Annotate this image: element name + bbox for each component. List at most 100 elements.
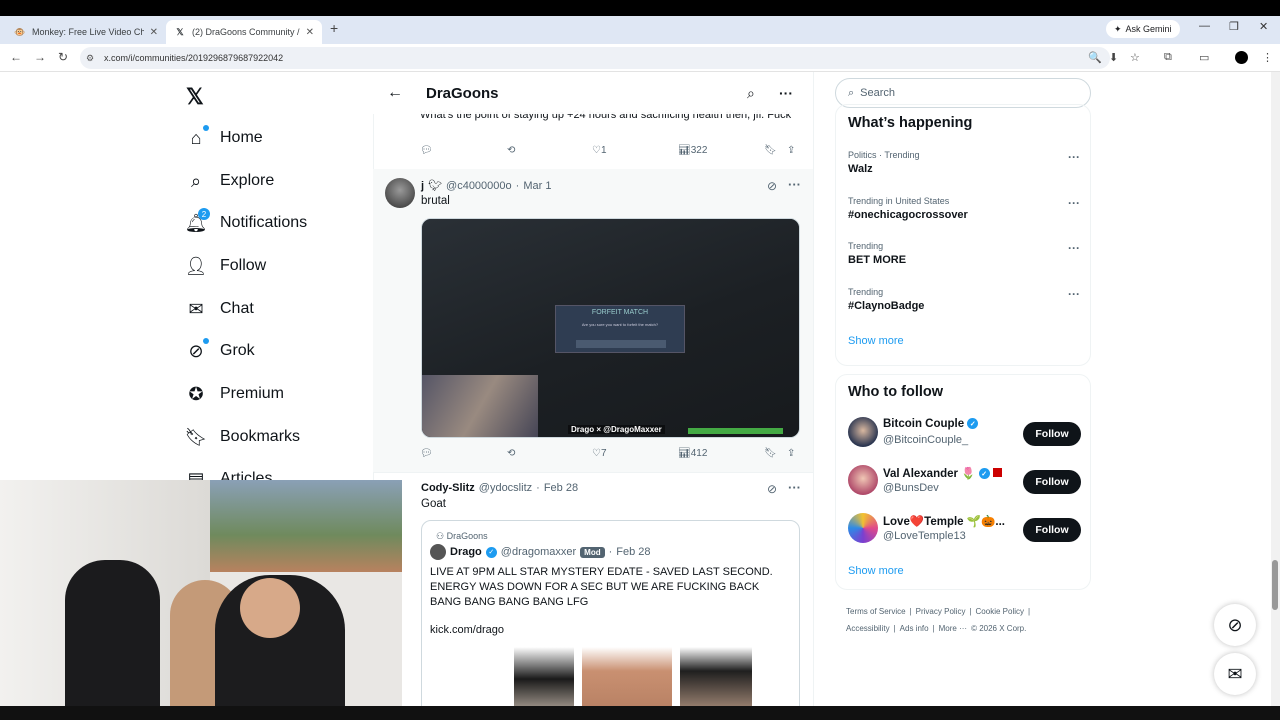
ask-gemini-button[interactable]: ✦ Ask Gemini: [1106, 20, 1180, 38]
footer-link[interactable]: Ads info: [900, 624, 929, 633]
grok-analyze-icon[interactable]: ⊘: [767, 482, 777, 496]
trend-item[interactable]: Politics · Trending Walz ···: [848, 150, 1080, 175]
zoom-icon[interactable]: 🔍: [1088, 51, 1102, 64]
url-field[interactable]: x.com/i/communities/2019296879687922042: [80, 47, 1110, 69]
reply-icon[interactable]: 💬︎: [420, 145, 433, 156]
nav-chat[interactable]: ✉ Chat: [186, 294, 253, 324]
minimize-icon[interactable]: —: [1199, 20, 1210, 32]
views-button[interactable]: 📊︎ 412: [678, 448, 707, 459]
follow-button[interactable]: Follow: [1023, 470, 1081, 494]
author-name[interactable]: j: [421, 180, 424, 192]
follow-suggestion[interactable]: Val Alexander 🌷 ✓ @BunsDev Follow: [848, 465, 1081, 497]
follow-button[interactable]: Follow: [1023, 422, 1081, 446]
footer-link[interactable]: Cookie Policy: [976, 607, 1024, 616]
side-panel-icon[interactable]: ▭: [1199, 51, 1209, 64]
who-to-follow-card: Who to follow Bitcoin Couple ✓ @BitcoinC…: [835, 374, 1091, 590]
bookmark-star-icon[interactable]: ☆: [1130, 51, 1140, 64]
footer-link[interactable]: Terms of Service: [846, 607, 906, 616]
nav-bookmarks[interactable]: 🔖︎ Bookmarks: [185, 422, 300, 452]
footer-separator: |: [932, 624, 935, 633]
post-date: Feb 28: [616, 546, 651, 558]
show-more-link[interactable]: Show more: [848, 565, 904, 577]
reply-icon[interactable]: 💬︎: [420, 448, 433, 459]
views-button[interactable]: 📊︎ 322: [678, 145, 707, 156]
scrollbar-thumb[interactable]: [1272, 560, 1278, 610]
install-icon[interactable]: ⬇: [1109, 51, 1118, 64]
back-arrow-icon[interactable]: ←: [10, 50, 22, 64]
close-tab-icon[interactable]: ✕: [306, 27, 314, 38]
like-button[interactable]: ♡ 7: [592, 448, 607, 459]
grok-fab-button[interactable]: ⊘: [1214, 604, 1256, 646]
like-button[interactable]: ♡ 1: [592, 145, 607, 156]
trend-name: #ClaynoBadge: [848, 300, 925, 312]
avatar[interactable]: [385, 178, 415, 208]
trend-item[interactable]: Trending in United States #onechicagocro…: [848, 196, 1080, 221]
author-handle[interactable]: @ydocslitz: [479, 482, 532, 494]
avatar[interactable]: [848, 465, 878, 495]
more-options-icon[interactable]: ···: [1068, 150, 1080, 164]
share-icon[interactable]: ⇪: [787, 448, 795, 459]
repost-icon[interactable]: ⟲: [507, 448, 515, 459]
nav-premium[interactable]: ✪ Premium: [186, 379, 284, 409]
grok-analyze-icon[interactable]: ⊘: [767, 179, 777, 193]
more-options-icon[interactable]: ···: [1068, 241, 1080, 255]
close-tab-icon[interactable]: ✕: [150, 27, 158, 38]
nav-explore[interactable]: ⌕ Explore: [186, 166, 274, 196]
share-icon[interactable]: ⇪: [787, 145, 795, 156]
more-options-icon[interactable]: ···: [1068, 287, 1080, 301]
address-bar-row: ← → ↻ x.com/i/communities/20192968796879…: [0, 44, 1280, 72]
stream-progress-bar: [688, 428, 783, 434]
post-date[interactable]: Feb 28: [544, 482, 578, 494]
author-name: Drago: [450, 546, 482, 558]
nav-home[interactable]: ⌂ Home: [186, 123, 263, 153]
close-window-icon[interactable]: ✕: [1259, 20, 1268, 33]
repost-icon[interactable]: ⟲: [507, 145, 515, 156]
avatar[interactable]: [848, 513, 878, 543]
show-more-link[interactable]: Show more: [848, 335, 904, 347]
restore-icon[interactable]: ❐: [1229, 20, 1239, 33]
back-arrow-icon[interactable]: ←: [387, 84, 403, 102]
avatar[interactable]: [848, 417, 878, 447]
author-name[interactable]: Cody-Slitz: [421, 482, 475, 494]
footer-link[interactable]: Accessibility: [846, 624, 890, 633]
quote-link[interactable]: kick.com/drago: [430, 624, 504, 636]
suggestion-handle: @BunsDev: [883, 482, 939, 494]
more-options-icon[interactable]: ···: [788, 480, 801, 495]
nav-follow[interactable]: 👤︎ Follow: [185, 251, 267, 281]
x-logo-icon[interactable]: 𝕏: [186, 84, 204, 110]
post-video[interactable]: FORFEIT MATCH Are you sure you want to f…: [421, 218, 800, 438]
quote-community[interactable]: ⚇ DraGoons: [436, 531, 488, 542]
search-icon[interactable]: ⌕: [747, 85, 755, 102]
more-options-icon[interactable]: ···: [779, 85, 793, 101]
bookmark-icon[interactable]: 🔖︎: [764, 448, 777, 459]
suggestion-handle: @LoveTemple13: [883, 530, 966, 542]
page-scrollbar[interactable]: [1271, 72, 1280, 712]
nav-grok[interactable]: ⊘ Grok: [186, 336, 255, 366]
footer-link[interactable]: Privacy Policy: [916, 607, 966, 616]
author-handle[interactable]: @c4000000o: [446, 180, 512, 192]
browser-tab-x[interactable]: 𝕏 (2) DraGoons Community / X ✕: [166, 20, 322, 44]
new-tab-icon[interactable]: +: [330, 20, 338, 36]
follow-suggestion[interactable]: Bitcoin Couple ✓ @BitcoinCouple_ Follow: [848, 417, 1081, 449]
trend-item[interactable]: Trending #ClaynoBadge ···: [848, 287, 1080, 312]
profile-avatar[interactable]: [1235, 51, 1248, 64]
site-info-icon[interactable]: ⚙: [86, 53, 94, 64]
nav-notifications[interactable]: 🔔︎ 2 Notifications: [185, 208, 307, 238]
trend-item[interactable]: Trending BET MORE ···: [848, 241, 1080, 266]
footer-more-link[interactable]: More ···: [939, 624, 967, 633]
post-date[interactable]: Mar 1: [523, 180, 551, 192]
trend-name: BET MORE: [848, 254, 907, 266]
extensions-icon[interactable]: ⧉: [1164, 51, 1172, 64]
follow-button[interactable]: Follow: [1023, 518, 1081, 542]
more-options-icon[interactable]: ···: [1068, 196, 1080, 210]
quoted-post[interactable]: ⚇ DraGoons Drago ✓ @dragomaxxer Mod · Fe…: [421, 520, 800, 720]
browser-tab-monkey[interactable]: 🐵 Monkey: Free Live Video Chat · ✕: [6, 20, 166, 44]
forward-arrow-icon[interactable]: →: [34, 50, 46, 64]
follow-suggestion[interactable]: Love❤️Temple 🌱🎃... @LoveTemple13 Follow: [848, 513, 1081, 545]
section-title: What’s happening: [848, 115, 973, 131]
bookmark-icon[interactable]: 🔖︎: [764, 145, 777, 156]
menu-dots-icon[interactable]: ⋮: [1262, 51, 1273, 64]
reload-icon[interactable]: ↻: [58, 50, 68, 64]
messages-fab-button[interactable]: ✉: [1214, 653, 1256, 695]
more-options-icon[interactable]: ···: [788, 177, 801, 192]
